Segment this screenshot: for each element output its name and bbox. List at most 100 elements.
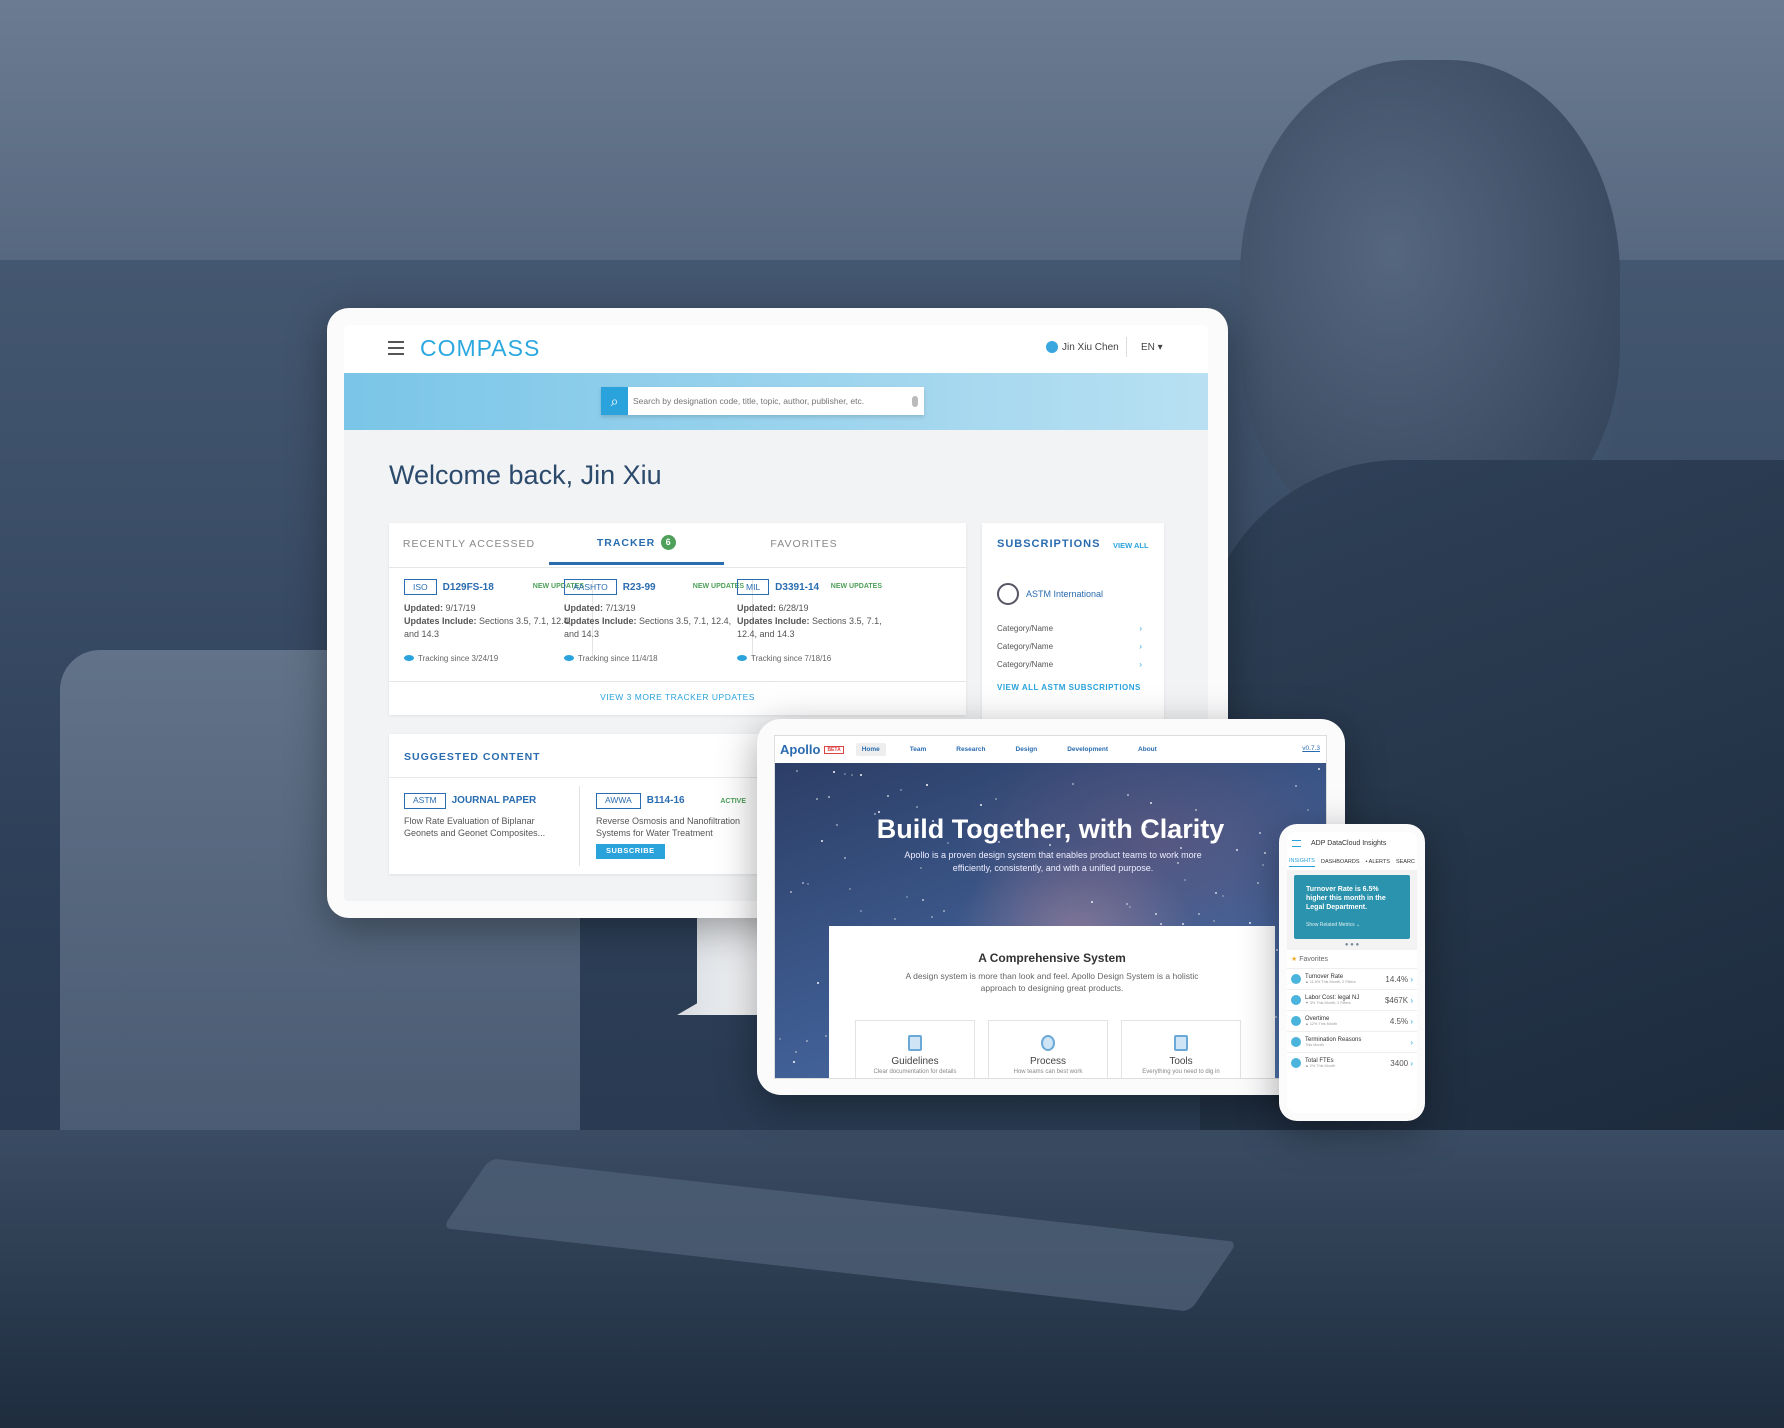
- tracker-item-aashto[interactable]: AASHTO R23-99 NEW UPDATES Updated: 7/13/19…: [564, 579, 744, 664]
- star-decoration: [916, 806, 918, 808]
- phone-device: ADP DataCloud Insights INSIGHTS DASHBOAR…: [1279, 824, 1425, 1121]
- metric-row[interactable]: Turnover Rate ▲ 11.6% This Month, 2 Filte…: [1287, 968, 1417, 989]
- suggested-content-card: SUGGESTED CONTENT ASTM JOURNAL PAPER Flow…: [389, 734, 769, 874]
- star-decoration: [926, 784, 928, 786]
- search-icon[interactable]: ⌕: [601, 387, 628, 415]
- language-select[interactable]: EN ▾: [1141, 342, 1163, 353]
- hero-title: Build Together, with Clarity: [775, 814, 1326, 845]
- updated-date: 6/28/19: [779, 603, 809, 613]
- nav-development[interactable]: Development: [1061, 743, 1114, 756]
- star-decoration: [802, 882, 804, 884]
- tab-tracker[interactable]: TRACKER 6: [549, 523, 724, 565]
- view-all-link[interactable]: VIEW ALL: [1113, 541, 1149, 550]
- star-decoration: [1295, 785, 1297, 787]
- feature-title: Process: [989, 1056, 1107, 1067]
- background-desk: [0, 1130, 1784, 1428]
- metric-value: 4.5%: [1390, 1017, 1408, 1026]
- star-decoration: [1213, 920, 1215, 922]
- subscriptions-card: SUBSCRIPTIONS VIEW ALL ASTM Internationa…: [982, 523, 1164, 723]
- metric-icon: [1291, 995, 1301, 1005]
- tab-alerts[interactable]: • ALERTS: [1366, 859, 1390, 865]
- status-label: NEW UPDATES: [831, 582, 882, 592]
- metric-value: 14.4%: [1385, 975, 1408, 984]
- star-decoration: [906, 896, 908, 898]
- metric-value: $467K: [1385, 996, 1408, 1005]
- star-decoration: [1215, 892, 1217, 894]
- suggested-item[interactable]: AWWA B114-16 ACTIVE Reverse Osmosis and Na…: [596, 793, 746, 859]
- designation[interactable]: D129FS-18: [443, 582, 494, 593]
- category-item[interactable]: Category/Name ›: [997, 660, 1142, 669]
- page-title: Welcome back, Jin Xiu: [389, 460, 662, 491]
- nav-research[interactable]: Research: [950, 743, 991, 756]
- metric-name: Total FTEs: [1305, 1058, 1334, 1064]
- star-decoration: [817, 982, 819, 984]
- tab-dashboards[interactable]: DASHBOARDS: [1321, 859, 1360, 865]
- category-item[interactable]: Category/Name ›: [997, 642, 1142, 651]
- star-decoration: [878, 811, 880, 813]
- status-label: ACTIVE: [720, 797, 746, 807]
- category-item[interactable]: Category/Name ›: [997, 624, 1142, 633]
- tracking-since: Tracking since 7/18/16: [751, 654, 831, 663]
- star-decoration: [833, 771, 835, 773]
- updated-label: Updated:: [737, 603, 776, 613]
- metric-sub: This Month: [1305, 1043, 1410, 1047]
- star-icon: ★: [1291, 956, 1297, 963]
- view-all-astm-link[interactable]: VIEW ALL ASTM SUBSCRIPTIONS: [997, 683, 1141, 692]
- category-label: Category/Name: [997, 660, 1053, 669]
- star-decoration: [1249, 922, 1251, 924]
- show-related-metrics-link[interactable]: Show Related Metrics ⌄: [1306, 922, 1398, 929]
- metric-sub: ▼ 3% This Month, 2 Filters: [1305, 1001, 1385, 1005]
- star-decoration: [1072, 783, 1074, 785]
- metric-row[interactable]: Overtime ▲ 12% This Month 4.5% ›: [1287, 1010, 1417, 1031]
- feature-process[interactable]: Process How teams can best work: [988, 1020, 1108, 1079]
- feature-tools[interactable]: Tools Everything you need to dig in: [1121, 1020, 1241, 1079]
- carousel-dots[interactable]: ● ● ●: [1287, 942, 1417, 948]
- version-link[interactable]: v0.7.3: [1302, 745, 1320, 752]
- star-decoration: [1150, 802, 1152, 804]
- star-decoration: [1126, 903, 1128, 905]
- feature-guidelines[interactable]: Guidelines Clear documentation for detail…: [855, 1020, 975, 1079]
- star-decoration: [980, 804, 982, 806]
- tab-search[interactable]: SEARC: [1396, 859, 1415, 865]
- tracker-item-mil[interactable]: MIL D3391-14 NEW UPDATES Updated: 6/28/19 …: [737, 579, 882, 664]
- metric-row[interactable]: Total FTEs ▲ 2% This Month 3400 ›: [1287, 1052, 1417, 1073]
- star-decoration: [1195, 809, 1197, 811]
- eye-icon: [737, 655, 747, 661]
- designation: B114-16: [647, 795, 685, 806]
- menu-icon[interactable]: [388, 341, 404, 355]
- star-decoration: [931, 916, 933, 918]
- suggested-item[interactable]: ASTM JOURNAL PAPER Flow Rate Evaluation o…: [404, 793, 564, 840]
- nav-about[interactable]: About: [1132, 743, 1163, 756]
- metric-row[interactable]: Labor Cost: legal NJ ▼ 3% This Month, 2 F…: [1287, 989, 1417, 1010]
- designation[interactable]: R23-99: [623, 582, 656, 593]
- subscribe-button[interactable]: SUBSCRIBE: [596, 844, 665, 859]
- microphone-icon[interactable]: [912, 396, 918, 407]
- star-decoration: [825, 1035, 827, 1037]
- chevron-right-icon: ›: [1410, 996, 1413, 1005]
- view-more-tracker-link[interactable]: VIEW 3 MORE TRACKER UPDATES: [389, 681, 966, 702]
- tab-recently-accessed[interactable]: RECENTLY ACCESSED: [389, 523, 549, 565]
- tab-insights[interactable]: INSIGHTS: [1289, 858, 1315, 867]
- star-decoration: [1155, 913, 1157, 915]
- menu-icon[interactable]: [1292, 840, 1301, 847]
- nav-design[interactable]: Design: [1010, 743, 1044, 756]
- star-decoration: [1318, 768, 1320, 770]
- metric-icon: [1291, 1016, 1301, 1026]
- tracker-item[interactable]: ISO D129FS-18 NEW UPDATES Updated: 9/17/19…: [404, 579, 584, 664]
- apollo-logo[interactable]: Apollo: [780, 742, 820, 757]
- nav-team[interactable]: Team: [904, 743, 933, 756]
- item-text: Flow Rate Evaluation of Biplanar Geonets…: [404, 815, 564, 840]
- metric-row[interactable]: Termination Reasons This Month ›: [1287, 1031, 1417, 1052]
- compass-logo[interactable]: COMPASS: [420, 335, 540, 362]
- insight-card[interactable]: Turnover Rate is 6.5% higher this month …: [1294, 875, 1410, 939]
- feature-title: Guidelines: [856, 1056, 974, 1067]
- subscription-org[interactable]: ASTM International: [997, 583, 1103, 605]
- user-menu[interactable]: Jin Xiu Chen: [1046, 341, 1119, 353]
- nav-home[interactable]: Home: [856, 743, 886, 756]
- designation: JOURNAL PAPER: [452, 795, 537, 806]
- search-input[interactable]: [628, 396, 912, 406]
- star-decoration: [1276, 949, 1278, 951]
- tab-favorites[interactable]: FAVORITES: [724, 523, 884, 565]
- designation[interactable]: D3391-14: [775, 582, 819, 593]
- star-decoration: [806, 1040, 808, 1042]
